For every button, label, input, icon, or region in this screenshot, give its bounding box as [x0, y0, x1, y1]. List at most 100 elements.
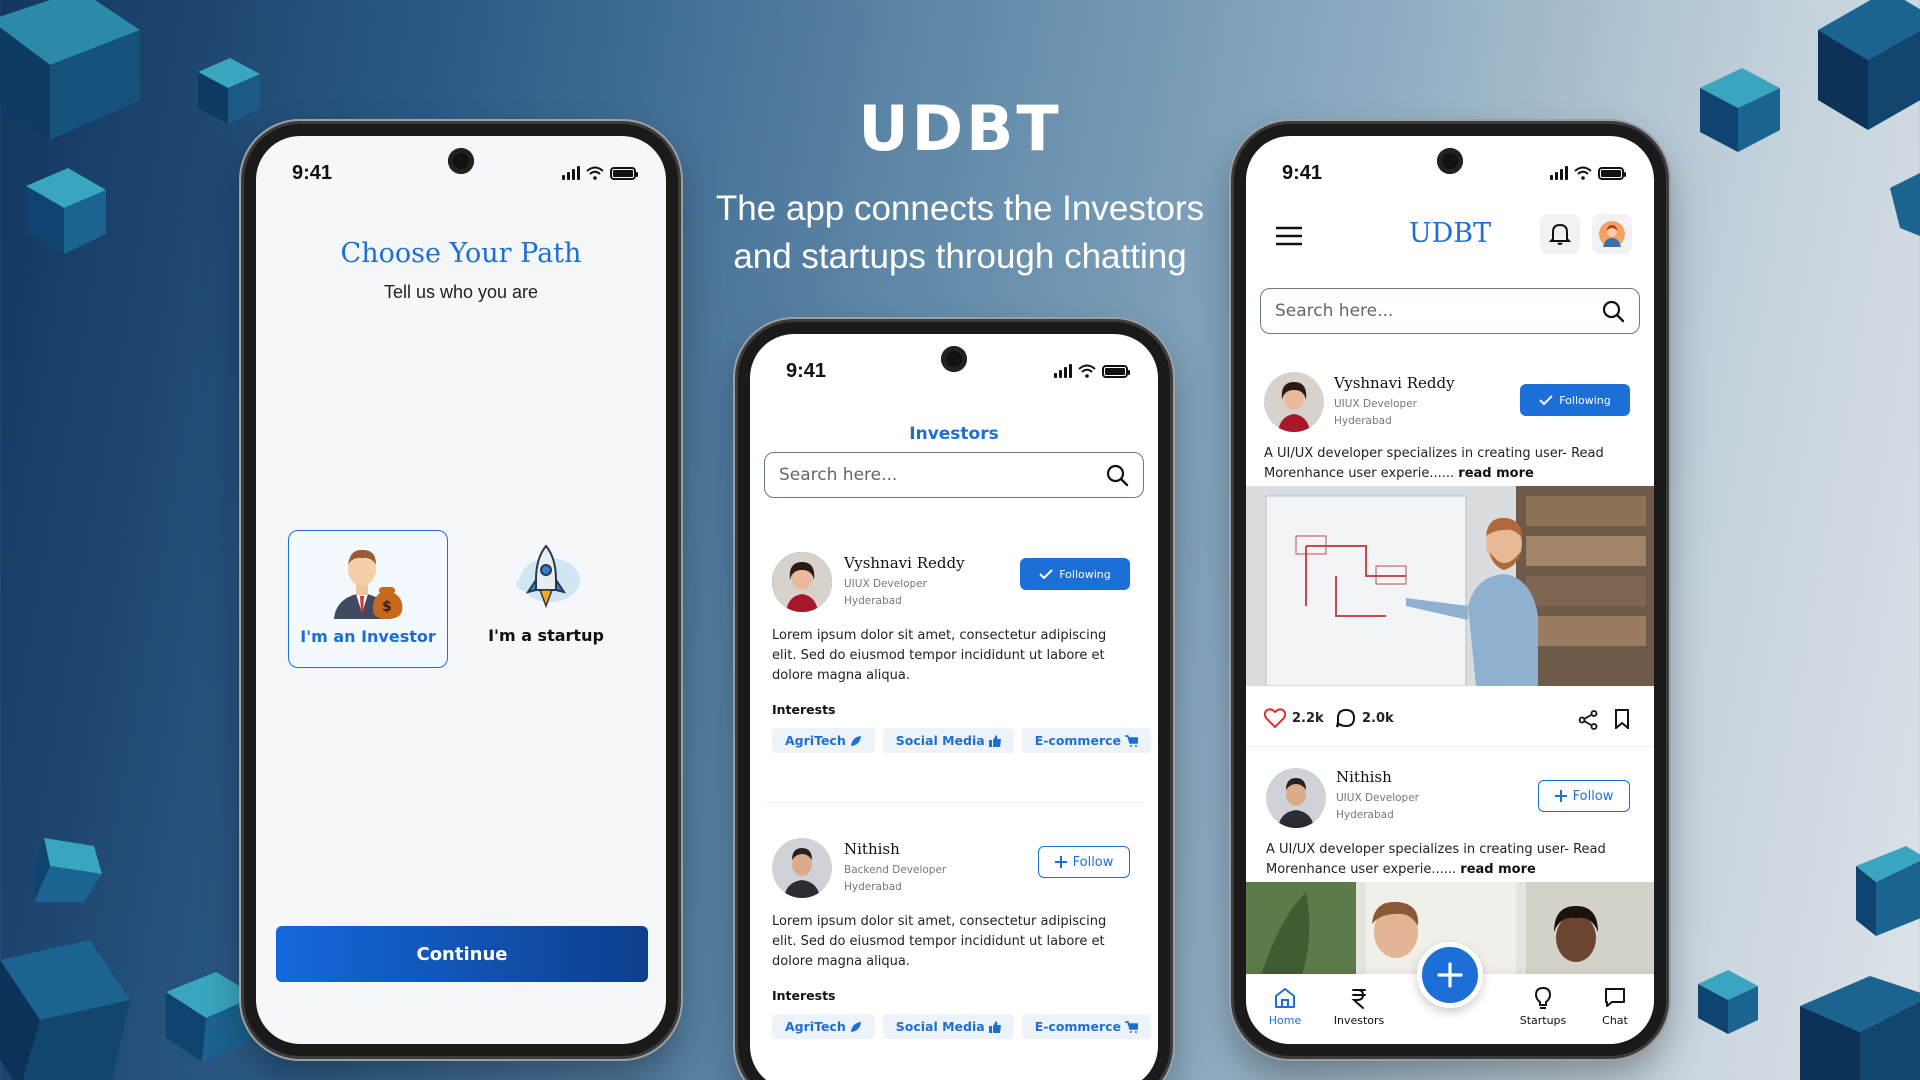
hero: UDBT The app connects the Investors and … — [700, 92, 1220, 281]
cart-icon — [1125, 734, 1138, 747]
bookmark-icon[interactable] — [1614, 709, 1630, 729]
search-input[interactable]: Search here... — [764, 452, 1144, 498]
search-input[interactable]: Search here... — [1260, 288, 1640, 334]
search-placeholder: Search here... — [1275, 301, 1394, 321]
lightbulb-icon — [1534, 986, 1552, 1009]
role-card-investor[interactable]: $ I'm an Investor — [288, 530, 448, 668]
investor-bio: Lorem ipsum dolor sit amet, consectetur … — [772, 912, 1106, 972]
status-time: 9:41 — [786, 359, 827, 382]
following-button-label: Following — [1559, 393, 1611, 407]
following-button[interactable]: Following — [1520, 384, 1630, 416]
cube-decoration — [0, 0, 140, 140]
follow-button[interactable]: Follow — [1538, 780, 1630, 812]
interest-chip[interactable]: E-commerce — [1021, 728, 1151, 753]
post-text-line2: Morenhance user experie...... — [1264, 466, 1455, 481]
post-author-role: UIUX Developer — [1334, 398, 1418, 410]
investor-bio-line2: elit. Sed do eiusmod tempor incididunt u… — [772, 648, 1105, 663]
plus-icon — [1554, 790, 1567, 802]
nav-chat[interactable]: Chat — [1580, 986, 1650, 1027]
nav-investors[interactable]: Investors — [1324, 986, 1394, 1027]
investor-card[interactable]: Vyshnavi Reddy UIUX Developer Hyderabad … — [750, 552, 1158, 753]
investor-card[interactable]: Nithish Backend Developer Hyderabad Foll… — [750, 838, 1158, 1039]
cube-decoration — [1800, 976, 1920, 1080]
battery-icon — [1102, 364, 1130, 378]
cube-decoration — [1818, 0, 1920, 130]
investor-bio-line1: Lorem ipsum dolor sit amet, consectetur … — [772, 914, 1107, 929]
cube-decoration — [166, 972, 256, 1062]
onboarding-screen: 9:41 Choose Your Path Tell us who you ar… — [256, 136, 666, 1044]
cube-decoration — [26, 168, 106, 254]
interest-chip[interactable]: E-commerce — [1021, 1014, 1151, 1039]
continue-button[interactable]: Continue — [276, 926, 648, 982]
avatar — [772, 838, 832, 898]
post-text: A UI/UX developer specializes in creatin… — [1264, 444, 1604, 484]
bell-icon — [1549, 223, 1571, 245]
avatar — [772, 552, 832, 612]
create-post-button[interactable] — [1417, 942, 1483, 1008]
read-more-link[interactable]: read more — [1460, 862, 1536, 877]
follow-button-label: Follow — [1072, 854, 1114, 870]
phone-investors: 9:41 Investors Search here... Vyshnavi R… — [738, 322, 1170, 1080]
nav-startups[interactable]: Startups — [1508, 986, 1578, 1027]
role-investor-label: I'm an Investor — [300, 627, 436, 646]
investor-name: Vyshnavi Reddy — [844, 554, 965, 572]
search-icon[interactable] — [1105, 463, 1129, 487]
hero-title: UDBT — [858, 92, 1062, 165]
following-button[interactable]: Following — [1020, 558, 1130, 590]
follow-button-label: Follow — [1572, 788, 1614, 804]
phone-onboarding: 9:41 Choose Your Path Tell us who you ar… — [244, 124, 678, 1056]
status-time: 9:41 — [292, 161, 333, 184]
investor-bio-line3: dolore magna aliqua. — [772, 668, 910, 683]
post-author-name: Nithish — [1336, 768, 1392, 786]
investor-illustration-icon: $ — [334, 549, 403, 619]
interest-chip[interactable]: AgriTech — [772, 728, 875, 753]
comment-count[interactable]: 2.0k — [1336, 708, 1394, 728]
post-text-line1: A UI/UX developer specializes in creatin… — [1264, 446, 1604, 461]
battery-icon — [1598, 166, 1626, 180]
investor-bio-line3: dolore magna aliqua. — [772, 954, 910, 969]
comment-icon — [1336, 708, 1356, 728]
check-icon — [1539, 395, 1553, 406]
hero-tagline-line2: and startups through chatting — [733, 237, 1187, 276]
nav-home[interactable]: Home — [1250, 986, 1320, 1027]
thumbs-up-icon — [988, 1020, 1001, 1033]
read-more-link[interactable]: read more — [1458, 466, 1534, 481]
svg-text:$: $ — [382, 599, 392, 615]
home-icon — [1275, 988, 1295, 1008]
post-image[interactable] — [1246, 486, 1654, 686]
role-startup-label: I'm a startup — [488, 626, 604, 645]
page-title: Investors — [909, 424, 999, 444]
signal-icon — [562, 166, 580, 180]
rupee-icon — [1351, 989, 1366, 1009]
share-icon[interactable] — [1578, 710, 1598, 730]
interest-chip[interactable]: AgriTech — [772, 1014, 875, 1039]
profile-button[interactable] — [1592, 214, 1632, 254]
cube-decoration — [1890, 173, 1920, 236]
menu-icon[interactable] — [1276, 226, 1302, 246]
cart-icon — [1125, 1020, 1138, 1033]
interest-chips: AgriTech Social Media E-commerce — [772, 728, 1151, 753]
investor-location: Hyderabad — [844, 881, 902, 893]
investor-bio: Lorem ipsum dolor sit amet, consectetur … — [772, 626, 1106, 686]
cube-decoration — [0, 940, 130, 1080]
avatar — [1264, 372, 1324, 432]
rocket-illustration-icon — [516, 544, 580, 609]
wifi-icon — [1574, 166, 1592, 180]
investor-role: UIUX Developer — [844, 578, 928, 590]
post-author-name: Vyshnavi Reddy — [1334, 374, 1455, 392]
interest-chip[interactable]: Social Media — [882, 1014, 1014, 1039]
role-card-startup[interactable]: I'm a startup — [466, 530, 626, 668]
avatar — [1599, 221, 1625, 247]
status-time: 9:41 — [1282, 161, 1323, 184]
notifications-button[interactable] — [1540, 214, 1580, 254]
investors-screen: 9:41 Investors Search here... Vyshnavi R… — [750, 334, 1158, 1080]
battery-icon — [610, 166, 638, 180]
interests-heading: Interests — [772, 988, 836, 1003]
investor-bio-line2: elit. Sed do eiusmod tempor incididunt u… — [772, 934, 1105, 949]
like-count[interactable]: 2.2k — [1264, 708, 1324, 728]
interest-chip[interactable]: Social Media — [882, 728, 1014, 753]
hero-tagline-line1: The app connects the Investors — [715, 189, 1205, 228]
avatar — [1266, 768, 1326, 828]
search-icon[interactable] — [1601, 299, 1625, 323]
follow-button[interactable]: Follow — [1038, 846, 1130, 878]
